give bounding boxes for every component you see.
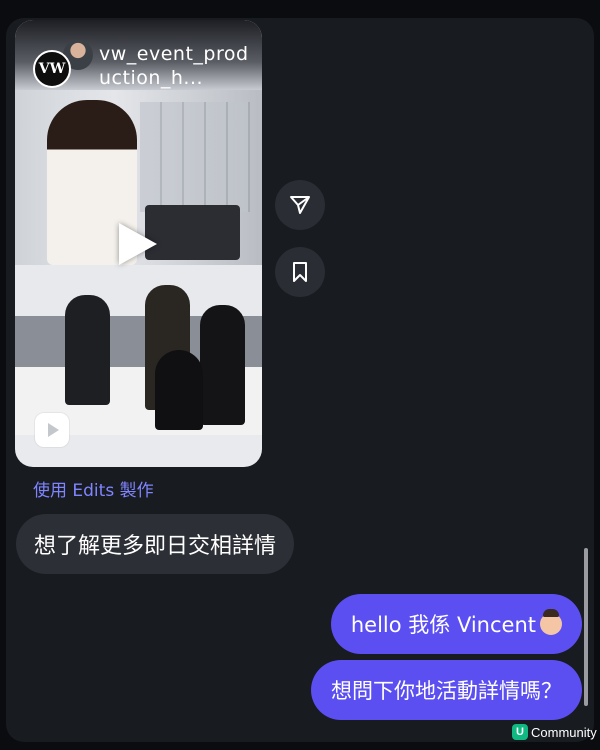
outgoing-message[interactable]: 想問下你地活動詳情嗎？: [311, 660, 582, 720]
play-icon[interactable]: [119, 223, 157, 265]
reels-icon: [35, 413, 69, 447]
photo-wall: [140, 102, 250, 212]
save-button[interactable]: [275, 247, 325, 297]
reel-photo-bottom: [15, 265, 262, 435]
send-icon: [290, 196, 310, 214]
edits-attribution-link[interactable]: 使用 Edits 製作: [33, 476, 154, 501]
incoming-message[interactable]: 想了解更多即日交相詳情: [16, 514, 295, 574]
outgoing-message[interactable]: hello 我係 Vincent: [330, 594, 582, 654]
watermark-text: Community: [531, 724, 597, 740]
attendee-figure: [65, 295, 110, 405]
community-logo-icon: U: [512, 724, 528, 740]
person-raising-hand-emoji: [540, 609, 562, 635]
reel-username[interactable]: vw_event_production_h...: [99, 42, 249, 90]
message-text: 想了解更多即日交相詳情: [34, 534, 277, 559]
attendee-figure: [200, 305, 245, 425]
message-text: 想問下你地活動詳情嗎？: [331, 679, 562, 703]
message-text: hello 我係 Vincent: [350, 613, 536, 637]
attendee-figure: [155, 350, 203, 430]
shared-reel-card[interactable]: VW vw_event_production_h...: [15, 20, 262, 467]
scrollbar[interactable]: [584, 548, 588, 706]
account-avatar[interactable]: VW: [33, 50, 71, 88]
podium: [145, 205, 240, 260]
community-watermark: U Community: [512, 724, 597, 740]
share-button[interactable]: [275, 180, 325, 230]
bookmark-icon: [293, 262, 307, 282]
